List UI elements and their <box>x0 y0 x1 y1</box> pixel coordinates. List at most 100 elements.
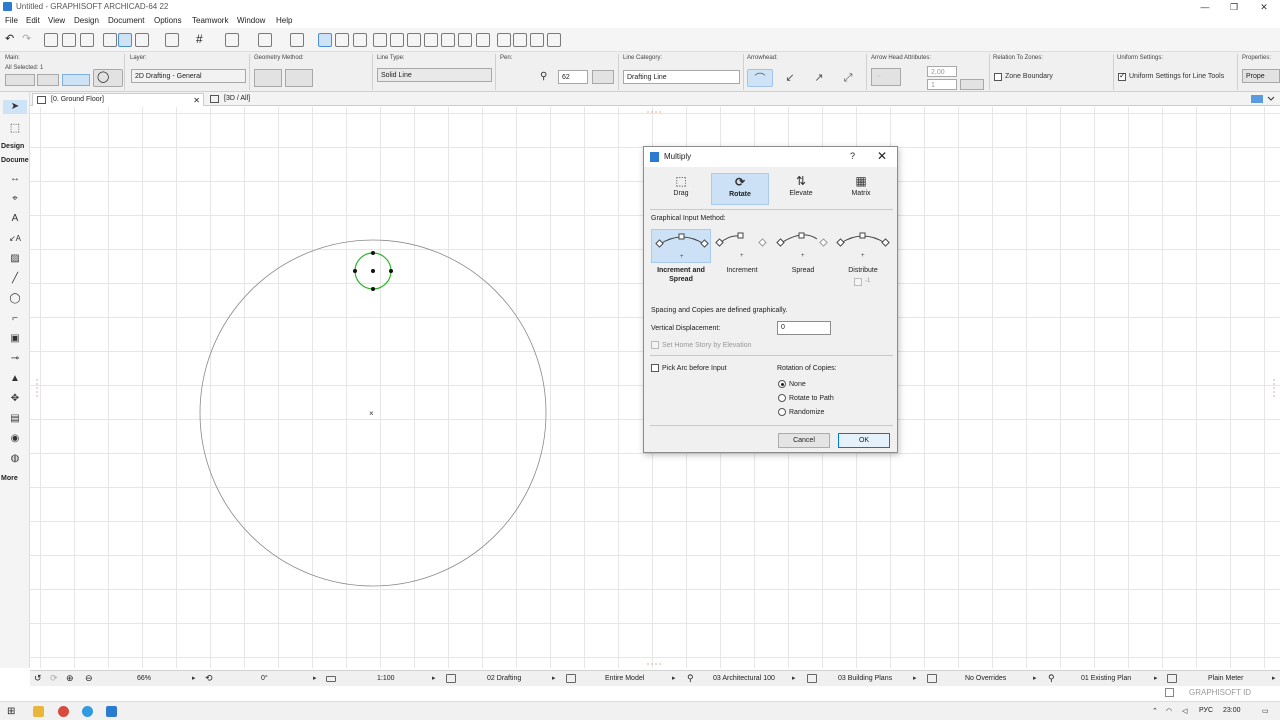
line-tool-icon[interactable]: ╱ <box>8 272 22 286</box>
guide-line-icon[interactable] <box>103 33 117 47</box>
rotation-to-path-radio[interactable] <box>778 394 786 402</box>
minimize-button[interactable]: — <box>1190 0 1220 14</box>
zoom-arrow-icon[interactable]: ▸ <box>192 674 196 682</box>
offset-icon[interactable] <box>458 33 472 47</box>
volume-icon[interactable]: ◁ <box>1182 707 1187 715</box>
arrowhead-start-icon[interactable]: ↙ <box>777 69 803 87</box>
menu-view[interactable]: View <box>48 16 65 25</box>
polyline-tool-icon[interactable]: ⌐ <box>8 312 22 326</box>
arrow-size-field[interactable]: 2,00 <box>927 66 957 77</box>
line-category-dropdown[interactable]: Drafting Line <box>623 70 740 84</box>
archicad-taskbar-icon[interactable] <box>106 706 117 717</box>
layer-combination-value[interactable]: 02 Drafting <box>487 675 521 682</box>
rotation-none-radio[interactable] <box>778 380 786 388</box>
arc-circle-tool-icon[interactable]: ◯ <box>8 292 22 306</box>
split-icon[interactable] <box>390 33 404 47</box>
trace-icon[interactable] <box>225 33 239 47</box>
arrow-tool-icon[interactable]: ➤ <box>3 100 27 114</box>
mirror-icon[interactable] <box>513 33 527 47</box>
more-group[interactable]: More <box>1 475 18 482</box>
mode-rotate[interactable]: ⟳ Rotate <box>711 173 769 205</box>
rotation-randomize-radio[interactable] <box>778 408 786 416</box>
pick-up-icon[interactable] <box>44 33 58 47</box>
redo-zoom-icon[interactable]: ⟳ <box>50 673 58 684</box>
language-indicator[interactable]: РУС <box>1199 707 1213 714</box>
dimension-arrow-icon[interactable]: ▸ <box>1272 674 1276 682</box>
layers-icon[interactable] <box>165 33 179 47</box>
element-settings-button[interactable] <box>5 74 35 86</box>
interior-elevation-tool-icon[interactable]: ✥ <box>8 392 22 406</box>
geometry-center-radius-icon[interactable] <box>254 69 282 87</box>
network-icon[interactable]: ◠ <box>1166 707 1172 715</box>
method-spread[interactable]: + <box>773 229 833 263</box>
select-frame-icon[interactable] <box>258 33 272 47</box>
circle-shape-icon[interactable]: ◯ <box>93 69 123 87</box>
mode-matrix[interactable]: ▦ Matrix <box>832 173 890 205</box>
tray-chevron-icon[interactable]: ⌃ <box>1152 707 1158 715</box>
scale-value[interactable]: 1:100 <box>377 675 395 682</box>
selection-node-right[interactable] <box>389 269 393 273</box>
scale-arrow-icon[interactable]: ▸ <box>432 674 436 682</box>
menu-design[interactable]: Design <box>74 16 99 25</box>
selection-node-top[interactable] <box>371 251 375 255</box>
geometry-three-points-icon[interactable] <box>285 69 313 87</box>
telegram-icon[interactable] <box>82 706 93 717</box>
close-tab-icon[interactable]: ✕ <box>193 96 200 105</box>
document-group[interactable]: Docume <box>1 157 29 164</box>
menu-edit[interactable]: Edit <box>26 16 40 25</box>
rotate-view-icon[interactable]: ⟲ <box>205 673 213 684</box>
pen-set-value[interactable]: 03 Architectural 100 <box>713 675 775 682</box>
tab-3d-all[interactable]: [3D / All] <box>206 93 286 106</box>
home-story-checkbox[interactable] <box>651 341 659 349</box>
eyedropper-icon[interactable] <box>80 33 94 47</box>
arrow-pen-field[interactable]: 1 <box>927 79 957 90</box>
design-group[interactable]: Design <box>1 143 24 150</box>
chrome-icon[interactable] <box>58 706 69 717</box>
drawing-tool-icon[interactable]: ▣ <box>8 332 22 346</box>
layer-dropdown[interactable]: 2D Drafting - General <box>131 69 246 83</box>
gravity-icon[interactable] <box>135 33 149 47</box>
pick-arc-checkbox[interactable] <box>651 364 659 372</box>
mvo-value[interactable]: 03 Building Plans <box>838 675 892 682</box>
clock[interactable]: 23:00 <box>1223 707 1241 714</box>
zoom-value[interactable]: 66% <box>137 675 151 682</box>
elevation-tool-icon[interactable]: ▲ <box>8 372 22 386</box>
menu-document[interactable]: Document <box>108 16 144 25</box>
intersect-icon[interactable] <box>441 33 455 47</box>
mode-elevate[interactable]: ⇅ Elevate <box>772 173 830 205</box>
fillet-icon[interactable] <box>424 33 438 47</box>
distribute-extra-checkbox[interactable] <box>854 278 862 286</box>
redo-icon[interactable]: ↷ <box>22 33 36 47</box>
arrow-type-button[interactable]: → <box>871 68 901 86</box>
grid-snap-icon[interactable]: # <box>196 33 210 47</box>
layer-combination-arrow-icon[interactable]: ▸ <box>552 674 556 682</box>
detail-tool-icon[interactable]: ◉ <box>8 432 22 446</box>
section-tool-icon[interactable]: ⊸ <box>8 352 22 366</box>
selection-node-bottom[interactable] <box>371 287 375 291</box>
fill-tool-icon[interactable]: ▨ <box>8 252 22 266</box>
maximize-button[interactable]: ❐ <box>1219 0 1249 14</box>
cancel-button[interactable]: Cancel <box>778 433 830 448</box>
ok-button[interactable]: OK <box>838 433 890 448</box>
worksheet-tool-icon[interactable]: ▤ <box>8 412 22 426</box>
multiply-icon[interactable] <box>547 33 561 47</box>
label-tool-icon[interactable]: ↙A <box>8 232 22 246</box>
windows-start-icon[interactable]: ⊞ <box>7 706 15 717</box>
pen-color-swatch[interactable] <box>592 70 614 84</box>
tab-ground-floor[interactable]: [0. Ground Floor] ✕ <box>32 93 204 106</box>
method-distribute[interactable]: + <box>833 229 893 263</box>
snap-guides-icon[interactable] <box>118 33 132 47</box>
line-type-dropdown[interactable]: Solid Line <box>377 68 492 82</box>
dimension-tool-icon[interactable]: ↔ <box>8 172 22 186</box>
explode-icon[interactable] <box>476 33 490 47</box>
arrowhead-both-icon[interactable]: ⤢ <box>835 69 861 87</box>
selection-mode-button[interactable] <box>37 74 59 86</box>
arrow-pen-swatch[interactable] <box>960 79 984 90</box>
graphisoft-id-label[interactable]: GRAPHISOFT ID <box>1189 688 1251 697</box>
dialog-close-button[interactable]: ✕ <box>877 149 887 163</box>
navigator-icon[interactable] <box>1250 94 1276 104</box>
zoom-in-icon[interactable]: ⊕ <box>66 673 74 684</box>
selection-node-left[interactable] <box>353 269 357 273</box>
model-view-value[interactable]: Entire Model <box>605 675 644 682</box>
overrides-arrow-icon[interactable]: ▸ <box>1033 674 1037 682</box>
